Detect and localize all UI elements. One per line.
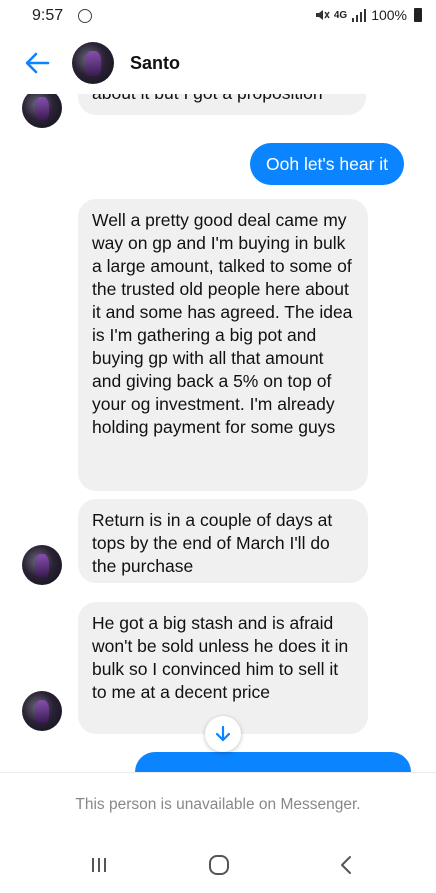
arrow-down-icon: [215, 725, 231, 742]
contact-name[interactable]: Santo: [130, 53, 180, 74]
message-bubble-incoming[interactable]: about it but I got a proposition: [78, 94, 366, 115]
message-bubble-incoming[interactable]: Return is in a couple of days at tops by…: [78, 499, 368, 583]
messenger-status-icon: [78, 9, 92, 23]
message-bubble-incoming[interactable]: He got a big stash and is afraid won't b…: [78, 602, 368, 734]
network-type: 4G: [333, 9, 348, 21]
sender-avatar[interactable]: [22, 94, 62, 128]
back-arrow-icon: [25, 52, 50, 74]
nav-back-button[interactable]: [332, 852, 362, 878]
status-time: 9:57: [32, 7, 64, 24]
battery-icon: [414, 8, 422, 22]
status-right: 4G 100%: [314, 7, 422, 23]
unavailable-notice: This person is unavailable on Messenger.: [0, 772, 436, 837]
mute-icon: [315, 10, 330, 20]
signal-icon: [352, 9, 367, 22]
contact-avatar[interactable]: [72, 42, 114, 84]
message-bubble-outgoing[interactable]: Ooh let's hear it: [250, 143, 405, 185]
battery-percent: 100%: [371, 7, 407, 23]
message-bubble-incoming[interactable]: Well a pretty good deal came my way on g…: [78, 199, 368, 491]
conversation-header: Santo: [0, 32, 436, 95]
system-nav-bar: [0, 836, 436, 893]
nav-back-icon: [341, 856, 351, 874]
back-button[interactable]: [22, 48, 52, 78]
message-bubble-outgoing-partial[interactable]: [135, 752, 411, 772]
scroll-to-bottom-button[interactable]: [205, 716, 241, 752]
message-list[interactable]: about it but I got a proposition Ooh let…: [0, 94, 436, 772]
recents-icon: [92, 858, 106, 872]
sender-avatar[interactable]: [22, 691, 62, 731]
home-button[interactable]: [204, 852, 234, 878]
home-icon: [209, 855, 229, 875]
sender-avatar[interactable]: [22, 545, 62, 585]
recents-button[interactable]: [84, 852, 114, 878]
status-bar: 9:57 4G 100%: [0, 0, 436, 32]
